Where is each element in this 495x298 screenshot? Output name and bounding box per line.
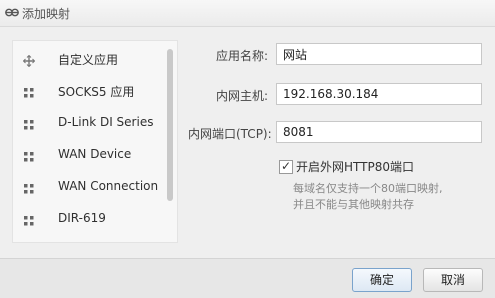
hint-line-1: 每域名仅支持一个80端口映射,: [293, 182, 443, 195]
hint-line-2: 并且不能与其他映射共存: [293, 198, 414, 211]
link-icon: [5, 8, 19, 17]
list-item-label: WAN Connection D: [58, 179, 162, 193]
http80-checkbox[interactable]: ✓: [279, 160, 293, 174]
ok-button[interactable]: 确定: [352, 268, 412, 292]
checkmark-icon: ✓: [281, 159, 292, 173]
list-item-label: 自定义应用: [58, 53, 119, 67]
list-item-custom[interactable]: 自定义应用: [13, 43, 165, 75]
grid-icon: [24, 120, 34, 130]
app-type-list[interactable]: 自定义应用 SOCKS5 应用 D-Link DI Series WAN Dev…: [12, 40, 178, 243]
host-input[interactable]: [276, 83, 482, 105]
grid-icon: [24, 184, 34, 194]
dialog-footer: 确定 取消: [0, 258, 495, 298]
app-name-label: 应用名称:: [216, 49, 269, 63]
http80-checkbox-label: 开启外网HTTP80端口: [296, 160, 414, 174]
list-item-label: WAN Device: [58, 147, 132, 161]
title-bar: 添加映射: [0, 0, 495, 27]
window-title: 添加映射: [22, 7, 71, 21]
list-item-label: D-Link DI Series: [58, 115, 154, 129]
list-item-label: SOCKS5 应用: [58, 85, 135, 99]
list-item-wan-connection[interactable]: WAN Connection D: [13, 171, 165, 203]
grid-icon: [24, 216, 34, 226]
port-label: 内网端口(TCP):: [188, 127, 272, 141]
grid-icon: [24, 88, 34, 98]
port-input[interactable]: [276, 121, 482, 143]
list-item-socks5[interactable]: SOCKS5 应用: [13, 75, 165, 107]
list-item-wan-device[interactable]: WAN Device: [13, 139, 165, 171]
app-name-input[interactable]: [276, 43, 482, 65]
list-item-label: DIR-619: [58, 211, 106, 225]
list-scrollbar[interactable]: [167, 49, 173, 201]
grid-icon: [24, 152, 34, 162]
cancel-button[interactable]: 取消: [423, 268, 483, 292]
list-item-dlink[interactable]: D-Link DI Series: [13, 107, 165, 139]
plus-arrows-icon: [23, 55, 35, 67]
host-label: 内网主机:: [216, 89, 269, 103]
list-item-dir619[interactable]: DIR-619: [13, 203, 165, 235]
